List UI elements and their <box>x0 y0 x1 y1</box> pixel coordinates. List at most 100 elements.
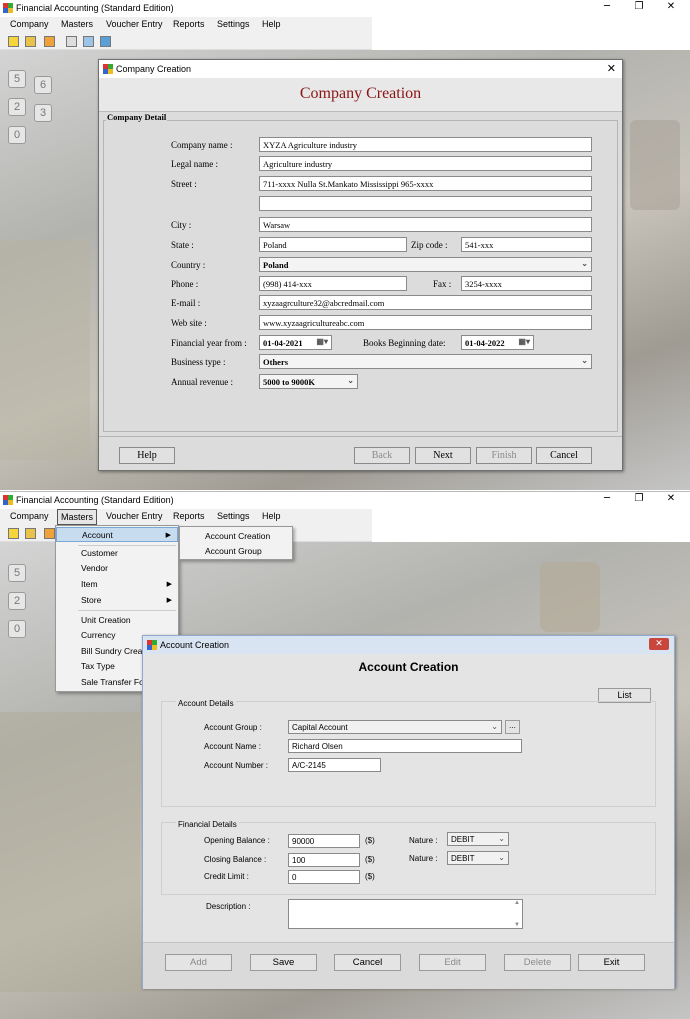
maximize-button[interactable]: ❐ <box>628 0 650 16</box>
scroll-up-icon[interactable]: ▲ <box>514 900 520 906</box>
calendar-icon[interactable] <box>44 528 55 539</box>
account-number-input[interactable]: A/C-2145 <box>288 758 381 772</box>
nature-select-opening[interactable]: DEBIT ⌄ <box>447 832 509 846</box>
credit-limit-input[interactable]: 0 <box>288 870 360 884</box>
menu-voucher-entry[interactable]: Voucher Entry <box>106 19 163 29</box>
calendar-icon[interactable] <box>44 36 55 47</box>
web-site-input[interactable]: www.xyzaagricultureabc.com <box>259 315 592 330</box>
description-textarea[interactable]: ▲ ▼ <box>288 899 523 929</box>
background-calculator-key: 0 <box>8 126 26 144</box>
close-icon[interactable]: ✕ <box>649 638 669 650</box>
back-button[interactable]: Back <box>354 447 410 464</box>
chevron-right-icon: ▶ <box>166 581 172 588</box>
menu-item-unit-creation[interactable]: Unit Creation <box>56 613 178 628</box>
menu-item-customer[interactable]: Customer <box>56 546 178 561</box>
save-button[interactable]: Save <box>250 954 317 971</box>
new-file-icon[interactable] <box>8 36 19 47</box>
nature-select-closing[interactable]: DEBIT ⌄ <box>447 851 509 865</box>
maximize-button[interactable]: ❐ <box>628 492 650 508</box>
submenu-item-account-group[interactable]: Account Group <box>180 544 292 559</box>
calendar-dropdown-icon: ▦▾ <box>518 337 530 346</box>
annual-revenue-select[interactable]: 5000 to 9000K ⌄ <box>259 374 358 389</box>
menu-company[interactable]: Company <box>10 19 49 29</box>
business-type-value: Others <box>263 357 289 367</box>
delete-button[interactable]: Delete <box>504 954 571 971</box>
account-name-input[interactable]: Richard Olsen <box>288 739 522 753</box>
calculator-icon[interactable] <box>66 36 77 47</box>
open-folder-icon[interactable] <box>25 528 36 539</box>
business-type-select[interactable]: Others ⌄ <box>259 354 592 369</box>
submenu-item-account-creation[interactable]: Account Creation <box>180 529 292 544</box>
menu-settings[interactable]: Settings <box>217 19 250 29</box>
menu-company[interactable]: Company <box>10 511 49 521</box>
finish-button[interactable]: Finish <box>476 447 532 464</box>
app-logo-icon <box>147 640 157 650</box>
new-file-icon[interactable] <box>8 528 19 539</box>
chevron-down-icon: ⌄ <box>498 853 505 862</box>
minimize-button[interactable]: ─ <box>596 0 618 16</box>
country-select[interactable]: Poland ⌄ <box>259 257 592 272</box>
nature-label: Nature : <box>409 836 438 845</box>
menu-settings[interactable]: Settings <box>217 511 250 521</box>
web-site-label: Web site : <box>171 318 207 328</box>
menu-help[interactable]: Help <box>262 511 281 521</box>
chevron-right-icon: ▶ <box>166 597 172 604</box>
menu-voucher-entry[interactable]: Voucher Entry <box>106 511 163 521</box>
menu-reports[interactable]: Reports <box>173 511 205 521</box>
scroll-down-icon[interactable]: ▼ <box>514 922 520 928</box>
fax-label: Fax : <box>433 279 452 289</box>
screenshot-company-creation: Financial Accounting (Standard Edition) … <box>0 0 690 490</box>
menu-item-label: Store <box>81 595 102 605</box>
open-folder-icon[interactable] <box>25 36 36 47</box>
browse-button[interactable]: ... <box>505 720 520 734</box>
background-calculator-key: 2 <box>8 98 26 116</box>
legal-name-input[interactable]: Agriculture industry <box>259 156 592 171</box>
street-input-line1[interactable]: 711-xxxx Nulla St.Mankato Mississippi 96… <box>259 176 592 191</box>
city-input[interactable]: Warsaw <box>259 217 592 232</box>
account-group-select[interactable]: Capital Account ⌄ <box>288 720 502 734</box>
books-beginning-date-picker[interactable]: 01-04-2022 ▦▾ <box>461 335 534 350</box>
email-label: E-mail : <box>171 298 201 308</box>
menu-item-vendor[interactable]: Vendor <box>56 561 178 576</box>
close-icon[interactable]: ✕ <box>607 62 616 75</box>
state-input[interactable]: Poland <box>259 237 407 252</box>
legal-name-label: Legal name : <box>171 159 218 169</box>
add-button[interactable]: Add <box>165 954 232 971</box>
opening-balance-input[interactable]: 90000 <box>288 834 360 848</box>
city-label: City : <box>171 220 192 230</box>
menu-separator <box>78 610 176 611</box>
zip-code-input[interactable]: 541-xxx <box>461 237 592 252</box>
app-logo-icon <box>3 3 13 13</box>
street-input-line2[interactable] <box>259 196 592 211</box>
menu-masters[interactable]: Masters <box>61 19 93 29</box>
exit-button[interactable]: Exit <box>578 954 645 971</box>
fax-input[interactable]: 3254-xxxx <box>461 276 592 291</box>
menu-item-item[interactable]: Item ▶ <box>56 577 178 592</box>
close-button[interactable]: ✕ <box>660 0 682 16</box>
cancel-button[interactable]: Cancel <box>334 954 401 971</box>
close-button[interactable]: ✕ <box>660 492 682 508</box>
menu-help[interactable]: Help <box>262 19 281 29</box>
minimize-button[interactable]: ─ <box>596 492 618 508</box>
tools-icon[interactable] <box>83 36 94 47</box>
credit-limit-label: Credit Limit : <box>204 872 249 881</box>
menu-item-account[interactable]: Account ▶ <box>56 527 178 542</box>
next-button[interactable]: Next <box>415 447 471 464</box>
company-name-input[interactable]: XYZA Agriculture industry <box>259 137 592 152</box>
help-button[interactable]: Help <box>119 447 175 464</box>
account-details-group: Account Details <box>161 699 656 807</box>
menu-item-store[interactable]: Store ▶ <box>56 593 178 608</box>
app-title: Financial Accounting (Standard Edition) <box>16 495 174 505</box>
menu-reports[interactable]: Reports <box>173 19 205 29</box>
cancel-button[interactable]: Cancel <box>536 447 592 464</box>
edit-button[interactable]: Edit <box>419 954 486 971</box>
phone-input[interactable]: (998) 414-xxx <box>259 276 407 291</box>
closing-balance-input[interactable]: 100 <box>288 853 360 867</box>
financial-year-date-picker[interactable]: 01-04-2021 ▦▾ <box>259 335 332 350</box>
menu-masters[interactable]: Masters <box>57 509 98 525</box>
dialog-title: Account Creation <box>160 640 230 650</box>
report-icon[interactable] <box>100 36 111 47</box>
closing-balance-label: Closing Balance : <box>204 855 267 864</box>
email-input[interactable]: xyzaagrculture32@abcredmail.com <box>259 295 592 310</box>
section-title: Company Detail <box>106 112 168 122</box>
